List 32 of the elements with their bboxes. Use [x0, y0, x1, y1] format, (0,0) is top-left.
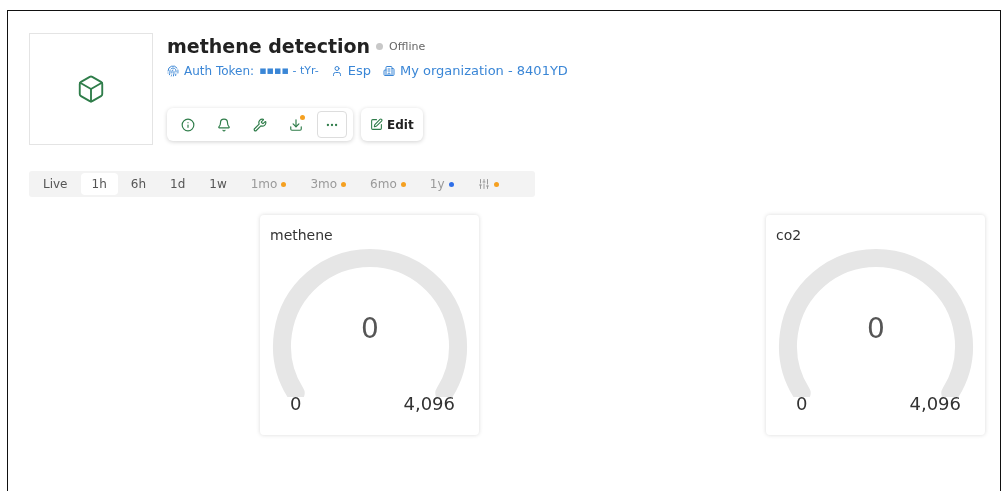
device-title: methene detection	[167, 35, 371, 57]
edit-button[interactable]: Edit	[361, 108, 423, 141]
time-tab[interactable]: 1h	[80, 173, 118, 195]
user-icon	[330, 64, 343, 77]
gauge-title: methene	[270, 227, 334, 243]
download-icon	[289, 117, 303, 132]
info-icon	[181, 117, 195, 132]
building-icon	[383, 64, 395, 77]
gauge-title: co2	[776, 227, 803, 243]
fingerprint-icon	[167, 64, 179, 77]
token-value: ▪▪▪▪ - tYr-	[259, 64, 319, 77]
gauge-min: 0	[290, 393, 302, 414]
sliders-icon	[477, 178, 490, 190]
meta-link[interactable]: Esp	[347, 63, 371, 78]
time-tab[interactable]: Live	[32, 173, 79, 195]
time-tab[interactable]: 1d	[159, 173, 197, 195]
gauge-min: 0	[796, 393, 808, 414]
gauge-max: 4,096	[909, 393, 961, 414]
cube-icon	[76, 74, 106, 104]
gauge-value: 0	[866, 312, 886, 345]
token-label: Auth Token:	[184, 63, 255, 78]
gauge-max: 4,096	[403, 393, 455, 414]
meta-link[interactable]: My organization - 8401YD	[400, 63, 568, 78]
edit-icon	[370, 118, 383, 131]
gauge-value: 0	[360, 312, 380, 345]
bell-icon	[217, 117, 231, 132]
device-status: Offline	[389, 39, 426, 53]
time-tab[interactable]: 1w	[198, 173, 238, 195]
time-tab[interactable]: 6h	[119, 173, 157, 195]
status-dot	[376, 42, 384, 50]
notification-dot	[300, 115, 305, 120]
wrench-icon	[253, 117, 267, 132]
